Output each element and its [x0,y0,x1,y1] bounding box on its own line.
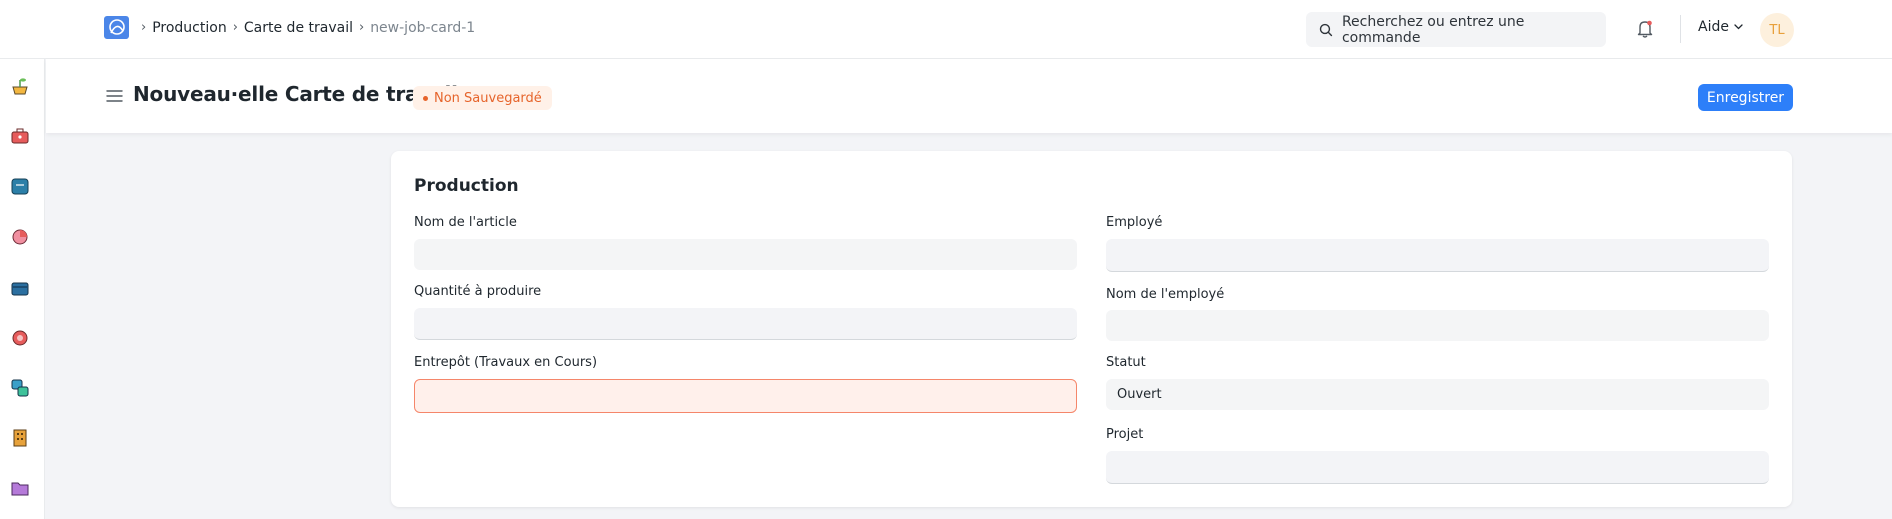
employee-field[interactable] [1106,239,1769,272]
wip-warehouse-label: Entrepôt (Travaux en Cours) [414,355,598,370]
status-label: Statut [1106,355,1146,370]
chevron-right-icon: › [141,20,147,35]
help-label: Aide [1698,19,1729,35]
project-field[interactable] [1106,451,1769,484]
project-label: Projet [1106,427,1144,442]
pie-chart-icon[interactable] [9,225,31,247]
plant-pot-icon[interactable] [9,75,31,97]
sidebar [0,59,45,519]
search-icon [1319,23,1333,36]
breadcrumb-current: new-job-card-1 [370,20,476,36]
search-input[interactable]: Recherchez ou entrez une commande [1306,12,1606,47]
employee-label: Employé [1106,215,1163,230]
section-title: Production [414,176,519,196]
page-title: Nouveau·elle Carte de travail [133,82,458,106]
folder-icon[interactable] [9,477,31,499]
breadcrumb: › Production › Carte de travail › new-jo… [141,18,475,38]
sidebar-toggle-icon[interactable] [106,89,123,103]
chevron-right-icon: › [358,20,365,35]
save-button[interactable]: Enregistrer [1698,84,1793,111]
building-icon[interactable] [9,427,31,449]
app-logo-icon[interactable] [104,16,129,39]
stock-icon[interactable] [9,377,31,399]
accounting-icon[interactable] [9,175,31,197]
notification-bell-icon[interactable] [1636,19,1654,39]
item-name-field[interactable] [414,239,1077,270]
support-icon[interactable] [9,327,31,349]
toolbox-icon[interactable] [9,125,31,147]
chevron-down-icon [1734,24,1743,30]
breadcrumb-job-card[interactable]: Carte de travail [244,18,353,38]
status-field: Ouvert [1106,379,1769,410]
help-dropdown[interactable]: Aide [1698,19,1743,35]
item-name-label: Nom de l'article [414,215,517,230]
wallet-icon[interactable] [9,277,31,299]
qty-label: Quantité à produire [414,284,542,299]
chevron-right-icon: › [232,20,238,35]
wip-warehouse-field[interactable] [414,379,1077,413]
breadcrumb-production[interactable]: Production [152,18,226,38]
status-badge: Non Sauvegardé [413,86,552,110]
employee-name-field [1106,310,1769,341]
avatar[interactable]: TL [1760,13,1794,47]
status-badge-label: Non Sauvegardé [434,90,542,106]
top-navbar: › Production › Carte de travail › new-jo… [0,0,1892,59]
status-dot-icon [423,95,428,101]
search-placeholder: Recherchez ou entrez une commande [1341,13,1525,46]
qty-to-produce-field[interactable] [414,308,1077,340]
navbar-divider [1680,15,1681,43]
employee-name-label: Nom de l'employé [1106,287,1225,302]
